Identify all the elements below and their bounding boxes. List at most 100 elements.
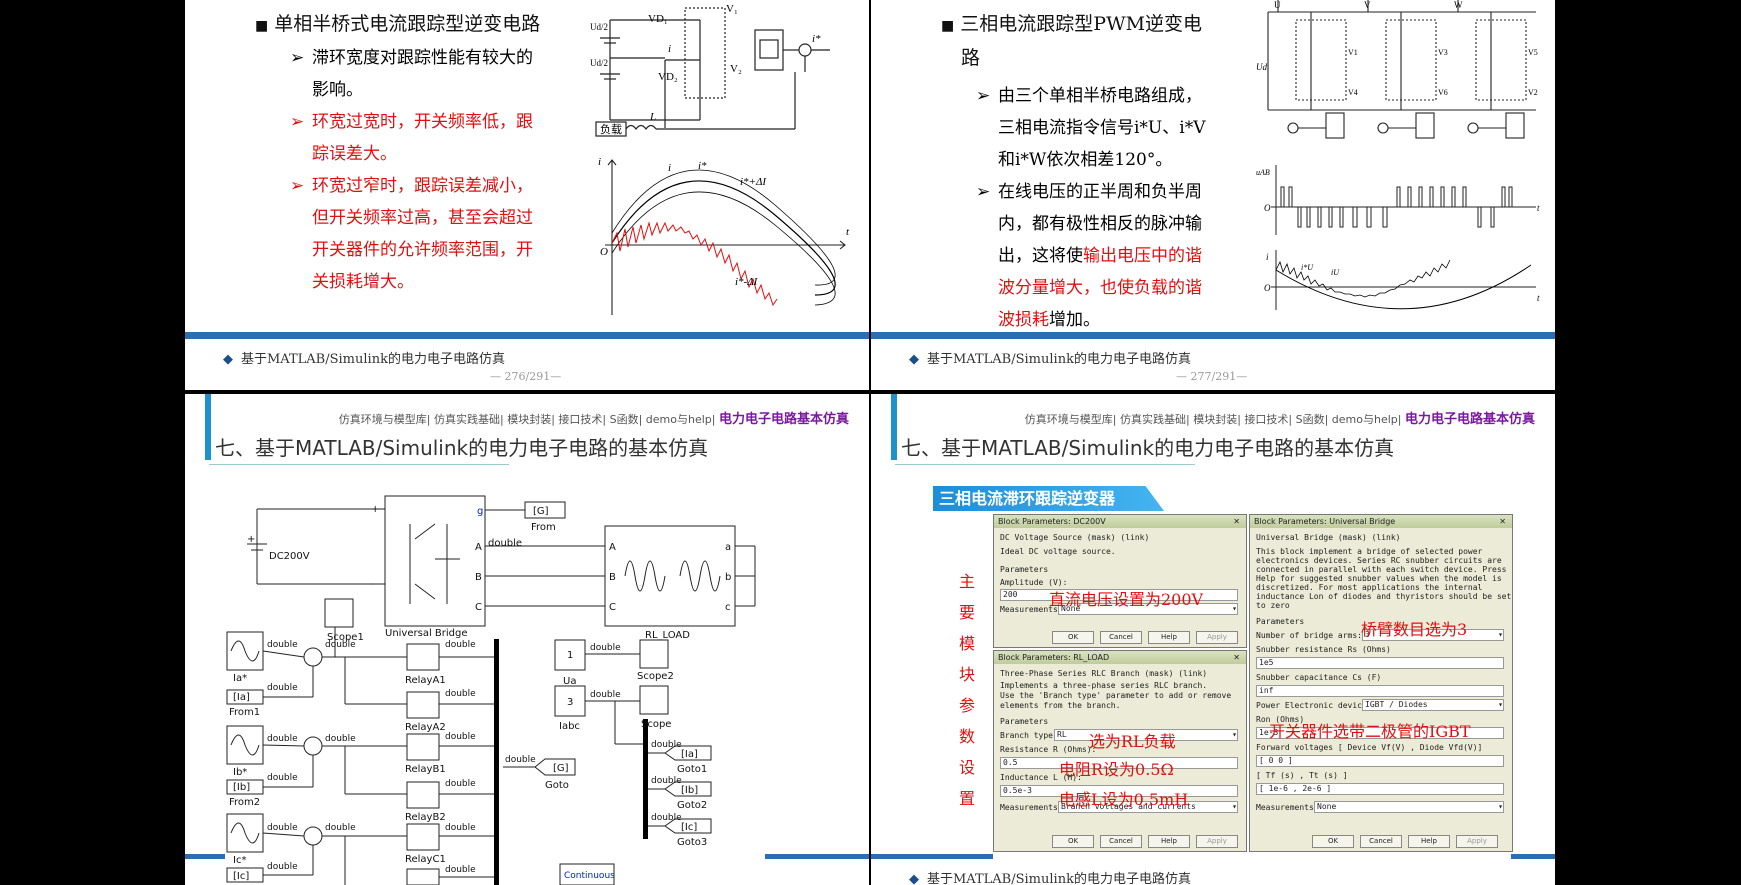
rl-desc-3: elements from the branch. — [1000, 701, 1121, 710]
rl-desc-1: Implements a three-phase series RLC bran… — [1000, 681, 1208, 690]
ub-rs-field[interactable]: 1e5 — [1256, 657, 1504, 669]
annot-rl-load: 选为RL负载 — [1089, 732, 1176, 751]
slide1-page-number: — 276/291— — [490, 370, 562, 383]
goto2-tag: [Ib] — [681, 785, 698, 796]
ub-desc-1: This block implement a bridge of selecte… — [1256, 547, 1483, 556]
goto-label: Goto — [545, 780, 569, 791]
ub-mask-title: Universal Bridge (mask) (link) — [1256, 533, 1401, 542]
slide3-footer-bar-right — [765, 854, 869, 859]
dc-ok-button[interactable]: OK — [1052, 631, 1094, 644]
slide4-nav[interactable]: 仿真环境与模型库| 仿真实践基础| 模块封装| 接口技术| S函数| demo与… — [1025, 408, 1535, 427]
from2-label: From2 — [229, 797, 260, 808]
iatag-double: double — [267, 683, 298, 693]
phase-u-label: U — [1274, 0, 1281, 10]
rl-ok-button[interactable]: OK — [1052, 835, 1094, 848]
rl-cancel-button[interactable]: Cancel — [1100, 835, 1142, 848]
current-istar-label: i* — [812, 33, 821, 45]
port-A: A — [475, 542, 482, 553]
slide3-nav[interactable]: 仿真环境与模型库| 仿真实践基础| 模块封装| 接口技术| S函数| demo与… — [339, 408, 849, 427]
v1-label: V₁ — [726, 3, 738, 15]
ud2-lower-label: Ud/2 — [590, 58, 608, 68]
goto1-tag: [Ia] — [681, 749, 698, 760]
dc-apply-button[interactable]: Apply — [1196, 631, 1238, 644]
ub-plus: + — [371, 504, 379, 515]
ictag-double: double — [267, 862, 298, 872]
ub-tf-field[interactable]: [ 1e-6 , 2e-6 ] — [1256, 783, 1504, 795]
from1-label: From1 — [229, 707, 260, 718]
wave-i-label: i — [668, 162, 671, 174]
port-g: g — [477, 506, 483, 517]
ua-port-number: 1 — [567, 650, 573, 661]
rl-branch-type-label: Branch type — [1000, 731, 1053, 740]
ub-cs-label: Snubber capacitance Cs (F) — [1256, 673, 1382, 682]
rl-apply-button[interactable]: Apply — [1196, 835, 1238, 848]
ub-measurements-select[interactable]: None ▾ — [1314, 801, 1504, 813]
ub-measurements-label: Measurements — [1256, 803, 1314, 812]
slide-277[interactable]: ■ 三相电流跟踪型PWM逆变电 路 ➢ 由三个单相半桥电路组成， 三相电流指令信号… — [871, 0, 1555, 390]
rl-titlebar[interactable]: Block Parameters: RL_LOAD ✕ — [994, 651, 1246, 664]
dc200v-label: DC200V — [269, 551, 310, 562]
vertical-caption: 主要模块 参数设置 — [958, 572, 975, 808]
simulink-diagram[interactable]: + DC200V + - Universal Bridge g double [… — [185, 464, 869, 885]
ub-desc-4: Help for suggested snubber values when t… — [1256, 574, 1502, 583]
slide-block-params[interactable]: 仿真环境与模型库| 仿真实践基础| 模块封装| 接口技术| S函数| demo与… — [871, 394, 1555, 885]
sum1-double: double — [325, 640, 356, 650]
from-g-tag: [G] — [533, 506, 549, 517]
v2-label: V2 — [1528, 88, 1538, 97]
ub-cancel-button[interactable]: Cancel — [1360, 835, 1402, 848]
ub-help-button[interactable]: Help — [1408, 835, 1450, 848]
slide2-page-number: — 277/291— — [1176, 370, 1248, 383]
dc200v-titlebar[interactable]: Block Parameters: DC200V ✕ — [994, 515, 1246, 528]
slide4-footer: ◆ 基于MATLAB/Simulink的电力电子电路仿真 — [909, 872, 1191, 885]
rl-help-button[interactable]: Help — [1148, 835, 1190, 848]
slide-simulink-model[interactable]: 仿真环境与模型库| 仿真实践基础| 模块封装| 接口技术| S函数| demo与… — [185, 394, 869, 885]
annot-igbt: 开关器件选带二极管的IGBT — [1269, 722, 1471, 741]
slide2-heading: ■ 三相电流跟踪型PWM逆变电 路 — [941, 13, 1203, 69]
iabc-port-number: 3 — [567, 697, 573, 708]
ub-cs-field[interactable]: inf — [1256, 685, 1504, 697]
dc-desc: Ideal DC voltage source. — [1000, 547, 1116, 556]
slide1-heading: ■ 单相半桥式电流跟踪型逆变电路 — [255, 13, 541, 35]
ib-star-label: Ib* — [233, 767, 247, 778]
ub-vf-label: Forward voltages [ Device Vf(V) , Diode … — [1256, 743, 1483, 752]
goto2-double: double — [651, 776, 682, 786]
dc200v-dialog[interactable]: Block Parameters: DC200V ✕ DC Voltage Sou… — [993, 514, 1247, 648]
slide1-footer-bar — [185, 332, 869, 339]
ub-device-select[interactable]: IGBT / Diodes ▾ — [1362, 699, 1504, 711]
rl-port-B: B — [609, 572, 616, 583]
banner: 三相电流滞环跟踪逆变器 — [933, 486, 1164, 511]
ic-double: double — [267, 823, 298, 833]
universal-bridge-dialog[interactable]: Block Parameters: Universal Bridge ✕ Univ… — [1249, 514, 1513, 852]
iabc-double: double — [590, 690, 621, 700]
rl-desc-2: Use the 'Branch type' parameter to add o… — [1000, 691, 1232, 700]
g-double: double — [488, 538, 522, 549]
relay-b1-label: RelayB1 — [405, 764, 446, 775]
slide4-title-underline — [895, 464, 1195, 465]
ub-titlebar[interactable]: Block Parameters: Universal Bridge ✕ — [1250, 515, 1512, 528]
half-bridge-circuit: Ud/2 Ud/2 VD₁ VD₂ V₁ V₂ 负载 L i i* — [590, 3, 830, 137]
ub-ok-button[interactable]: OK — [1312, 835, 1354, 848]
slide1-bullet-2: ➢ 环宽过宽时，开关频率低，跟 踪误差大。 — [290, 112, 533, 164]
annot-resistance: 电阻R设为0.5Ω — [1059, 760, 1174, 779]
slide2-bullet-2: ➢ 在线电压的正半周和负半周 内，都有极性相反的脉冲输 出，这将使输出电压中的谐 … — [976, 182, 1202, 330]
slide3-accent-bar — [205, 394, 211, 460]
ub-vf-field[interactable]: [ 0 0 ] — [1256, 755, 1504, 767]
slide2-footer-bar — [871, 332, 1555, 339]
slide4-footer-bar-right — [1511, 854, 1555, 859]
goto3-label: Goto3 — [677, 837, 707, 848]
slide-276[interactable]: ■ 单相半桥式电流跟踪型逆变电路 ➢ 滞环宽度对跟踪性能有较大的 影响。 ➢ 环宽过… — [185, 0, 869, 390]
relay-c1-label: RelayC1 — [405, 854, 446, 865]
y-axis-label: i — [598, 156, 601, 168]
ub-apply-button[interactable]: Apply — [1456, 835, 1498, 848]
ub-desc-5: discretized. For most applications the i… — [1256, 583, 1483, 592]
goto3-tag: [Ic] — [681, 822, 697, 833]
sum2-double: double — [325, 734, 356, 744]
goto1-double: double — [651, 740, 682, 750]
slide2-bullet-1: ➢ 由三个单相半桥电路组成， 三相电流指令信号i*U、i*V 和i*W依次相差12… — [976, 86, 1206, 170]
dc-help-button[interactable]: Help — [1148, 631, 1190, 644]
dc-cancel-button[interactable]: Cancel — [1100, 631, 1142, 644]
rl-port-C: C — [609, 602, 616, 613]
v1-label: V1 — [1348, 48, 1358, 57]
slide4-accent-bar — [891, 394, 897, 460]
slide4-title: 七、基于MATLAB/Simulink的电力电子电路的基本仿真 — [901, 436, 1395, 460]
